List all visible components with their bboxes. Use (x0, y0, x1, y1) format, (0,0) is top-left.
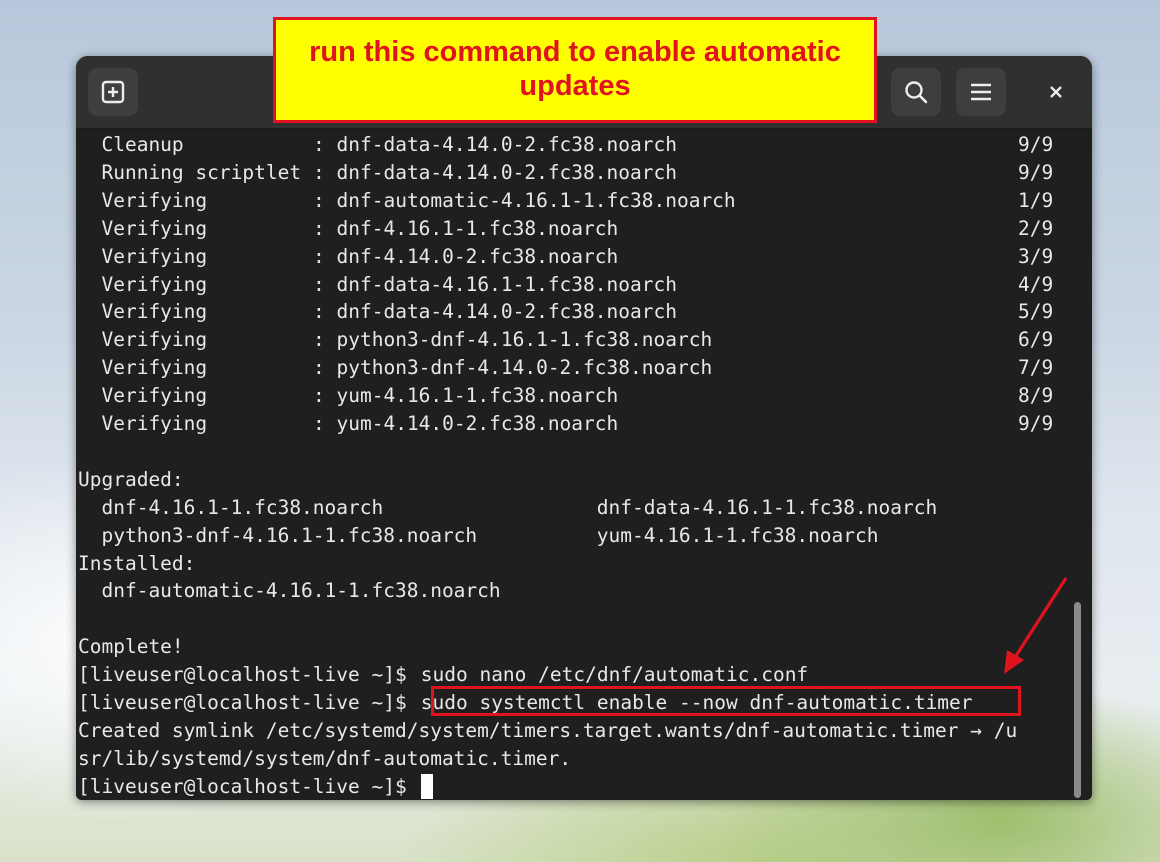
transaction-separator: : (313, 160, 325, 184)
transaction-separator: : (313, 272, 325, 296)
installed-header: Installed: (78, 551, 196, 575)
command-nano: sudo nano /etc/dnf/automatic.conf (420, 663, 809, 687)
transaction-separator: : (313, 300, 325, 324)
command-highlight-box (431, 686, 1021, 716)
transaction-action: Running scriptlet (78, 160, 302, 184)
menu-button[interactable] (956, 68, 1006, 116)
annotation-arrow-icon (1004, 577, 1068, 674)
transaction-action: Verifying (78, 244, 208, 268)
hamburger-menu-icon (971, 83, 991, 101)
transaction-package: python3-dnf-4.16.1-1.fc38.noarch (336, 328, 713, 352)
transaction-separator: : (313, 412, 325, 435)
transaction-count: 9/9 (1018, 412, 1054, 435)
transaction-action: Cleanup (78, 133, 184, 156)
transaction-separator: : (313, 133, 325, 156)
search-button[interactable] (891, 68, 941, 116)
shell-prompt: [liveuser@localhost-live ~]$ (78, 663, 419, 687)
transaction-package: python3-dnf-4.14.0-2.fc38.noarch (336, 356, 713, 380)
transaction-action: Verifying (78, 272, 208, 296)
shell-prompt: [liveuser@localhost-live ~]$ (78, 691, 419, 714)
transaction-action: Verifying (78, 188, 208, 212)
upgraded-package: dnf-data-4.16.1-1.fc38.noarch (596, 495, 938, 519)
upgraded-package: yum-4.16.1-1.fc38.noarch (596, 523, 879, 547)
transaction-separator: : (313, 356, 325, 380)
transaction-count: 9/9 (1018, 133, 1054, 156)
new-tab-icon (101, 80, 125, 104)
transaction-package: yum-4.14.0-2.fc38.noarch (336, 412, 619, 435)
transaction-action: Verifying (78, 412, 208, 435)
transaction-action: Verifying (78, 384, 208, 408)
transaction-package: dnf-data-4.16.1-1.fc38.noarch (336, 272, 677, 296)
scrollbar[interactable] (1074, 602, 1081, 798)
transaction-action: Verifying (78, 356, 208, 380)
transaction-separator: : (313, 328, 325, 352)
transaction-package: dnf-data-4.14.0-2.fc38.noarch (336, 160, 677, 184)
transaction-package: dnf-4.16.1-1.fc38.noarch (336, 216, 619, 240)
transaction-count: 6/9 (1018, 328, 1054, 352)
transaction-count: 9/9 (1018, 160, 1054, 184)
symlink-output: sr/lib/systemd/system/dnf-automatic.time… (78, 746, 572, 770)
transaction-separator: : (313, 216, 325, 240)
transaction-package: dnf-4.14.0-2.fc38.noarch (336, 244, 619, 268)
shell-prompt: [liveuser@localhost-live ~]$ (78, 774, 419, 798)
transaction-package: yum-4.16.1-1.fc38.noarch (336, 384, 619, 408)
close-button[interactable] (1031, 68, 1081, 116)
transaction-action: Verifying (78, 328, 208, 352)
new-tab-button[interactable] (88, 68, 138, 116)
transaction-action: Verifying (78, 216, 208, 240)
transaction-count: 3/9 (1018, 244, 1054, 268)
transaction-separator: : (313, 244, 325, 268)
upgraded-package: dnf-4.16.1-1.fc38.noarch (78, 495, 384, 519)
transaction-separator: : (313, 188, 325, 212)
text-cursor (420, 773, 433, 799)
transaction-count: 7/9 (1018, 356, 1054, 380)
transaction-count: 5/9 (1018, 300, 1054, 324)
transaction-package: dnf-data-4.14.0-2.fc38.noarch (336, 300, 677, 324)
transaction-package: dnf-automatic-4.16.1-1.fc38.noarch (336, 188, 736, 212)
annotation-callout: run this command to enable automatic upd… (273, 17, 877, 123)
upgraded-header: Upgraded: (78, 467, 184, 491)
transaction-count: 2/9 (1018, 216, 1054, 240)
complete-message: Complete! (78, 635, 184, 659)
close-icon (1050, 86, 1062, 98)
transaction-package: dnf-data-4.14.0-2.fc38.noarch (336, 133, 677, 156)
transaction-action: Verifying (78, 300, 208, 324)
transaction-count: 4/9 (1018, 272, 1054, 296)
symlink-output: Created symlink /etc/systemd/system/time… (78, 718, 1018, 742)
annotation-callout-text: run this command to enable automatic upd… (309, 36, 841, 102)
transaction-count: 8/9 (1018, 384, 1054, 408)
transaction-count: 1/9 (1018, 188, 1054, 212)
search-icon (905, 81, 928, 104)
upgraded-package: python3-dnf-4.16.1-1.fc38.noarch (78, 523, 478, 547)
installed-package: dnf-automatic-4.16.1-1.fc38.noarch (78, 579, 501, 603)
transaction-separator: : (313, 384, 325, 408)
